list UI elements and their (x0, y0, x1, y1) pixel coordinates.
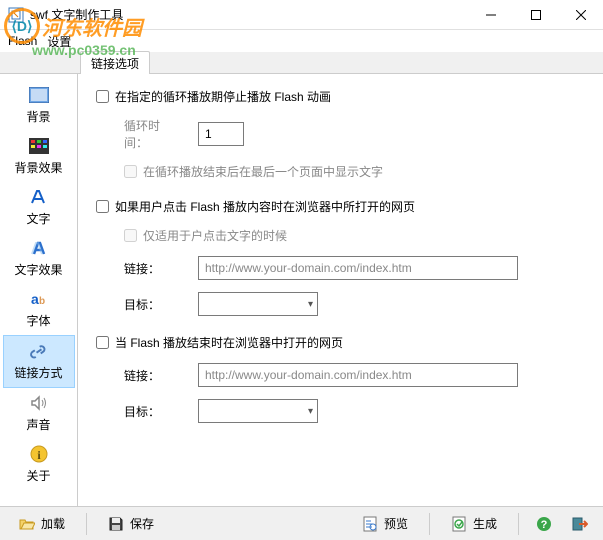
load-label: 加载 (41, 515, 65, 532)
maximize-button[interactable] (513, 0, 558, 30)
app-icon (8, 7, 24, 23)
loop-stop-checkbox[interactable] (96, 90, 109, 103)
sidebar-item-label: 文字效果 (3, 261, 75, 278)
end-open-label: 当 Flash 播放结束时在浏览器中打开的网页 (115, 334, 343, 351)
only-text-click-checkbox[interactable] (124, 229, 137, 242)
generate-icon (451, 516, 467, 532)
generate-label: 生成 (473, 515, 497, 532)
target2-select[interactable]: ▾ (198, 399, 318, 423)
dropdown-icon: ▾ (308, 406, 313, 417)
save-icon (108, 516, 124, 532)
toolbar-separator (429, 513, 430, 535)
bottom-toolbar: 加载 保存 预览 生成 ? (0, 506, 603, 540)
sidebar-item-label: 链接方式 (4, 364, 74, 381)
window-controls (468, 0, 603, 30)
click-open-label: 如果用户点击 Flash 播放内容时在浏览器中所打开的网页 (115, 198, 415, 215)
text-icon (28, 186, 50, 208)
svg-text:?: ? (541, 519, 548, 531)
loop-time-label: 循环时间： (124, 117, 182, 151)
menubar: Flash 设置 (0, 30, 603, 52)
preview-button[interactable]: 预览 (351, 511, 419, 537)
toolbar-separator (86, 513, 87, 535)
window-title: swf 文字制作工具 (30, 6, 468, 23)
sidebar-item-label: 背景效果 (3, 159, 75, 176)
content-panel: 在指定的循环播放期停止播放 Flash 动画 循环时间： 在循环播放结束后在最后… (78, 74, 603, 506)
dropdown-icon: ▾ (308, 299, 313, 310)
close-button[interactable] (558, 0, 603, 30)
titlebar: swf 文字制作工具 (0, 0, 603, 30)
svg-text:b: b (39, 296, 45, 307)
menu-settings[interactable]: 设置 (47, 33, 71, 50)
folder-open-icon (19, 516, 35, 532)
loop-stop-label: 在指定的循环播放期停止播放 Flash 动画 (115, 88, 331, 105)
link1-label: 链接： (124, 260, 182, 277)
minimize-button[interactable] (468, 0, 513, 30)
link-icon (28, 340, 50, 362)
sidebar-item-label: 背景 (3, 108, 75, 125)
sidebar-item-font[interactable]: ab 字体 (3, 284, 75, 335)
click-open-checkbox[interactable] (96, 200, 109, 213)
sidebar-item-link[interactable]: 链接方式 (3, 335, 75, 388)
info-icon: i (28, 443, 50, 465)
sidebar: 背景 背景效果 文字 文字效果 ab 字体 链接方式 声音 i 关于 (0, 74, 78, 506)
toolbar-separator (518, 513, 519, 535)
tab-header: 链接选项 (0, 52, 603, 74)
sidebar-item-text-effect[interactable]: 文字效果 (3, 233, 75, 284)
exit-icon (572, 516, 588, 532)
load-button[interactable]: 加载 (8, 511, 76, 537)
preview-label: 预览 (384, 515, 408, 532)
target1-select[interactable]: ▾ (198, 292, 318, 316)
only-text-click-label: 仅适用于户点击文字的时候 (143, 227, 287, 244)
sidebar-item-label: 字体 (3, 312, 75, 329)
generate-button[interactable]: 生成 (440, 511, 508, 537)
sidebar-item-text[interactable]: 文字 (3, 182, 75, 233)
link2-input[interactable] (198, 363, 518, 387)
link2-label: 链接： (124, 367, 182, 384)
preview-icon (362, 516, 378, 532)
help-icon: ? (536, 516, 552, 532)
help-button[interactable]: ? (529, 511, 559, 537)
tab-link-options[interactable]: 链接选项 (80, 51, 150, 75)
svg-text:a: a (31, 291, 39, 307)
target2-label: 目标： (124, 403, 182, 420)
link1-input[interactable] (198, 256, 518, 280)
font-icon: ab (28, 288, 50, 310)
show-text-last-checkbox[interactable] (124, 165, 137, 178)
save-button[interactable]: 保存 (97, 511, 165, 537)
sidebar-item-label: 声音 (3, 416, 75, 433)
save-label: 保存 (130, 515, 154, 532)
end-open-checkbox[interactable] (96, 336, 109, 349)
background-icon (28, 84, 50, 106)
sidebar-item-background-effect[interactable]: 背景效果 (3, 131, 75, 182)
exit-button[interactable] (565, 511, 595, 537)
show-text-last-label: 在循环播放结束后在最后一个页面中显示文字 (143, 163, 383, 180)
sidebar-item-background[interactable]: 背景 (3, 80, 75, 131)
loop-time-input[interactable] (198, 122, 244, 146)
sidebar-item-label: 关于 (3, 467, 75, 484)
sidebar-item-label: 文字 (3, 210, 75, 227)
target1-label: 目标： (124, 296, 182, 313)
sidebar-item-about[interactable]: i 关于 (3, 439, 75, 490)
text-effect-icon (28, 237, 50, 259)
sound-icon (28, 392, 50, 414)
menu-flash[interactable]: Flash (8, 34, 37, 48)
sidebar-item-sound[interactable]: 声音 (3, 388, 75, 439)
background-effect-icon (28, 135, 50, 157)
